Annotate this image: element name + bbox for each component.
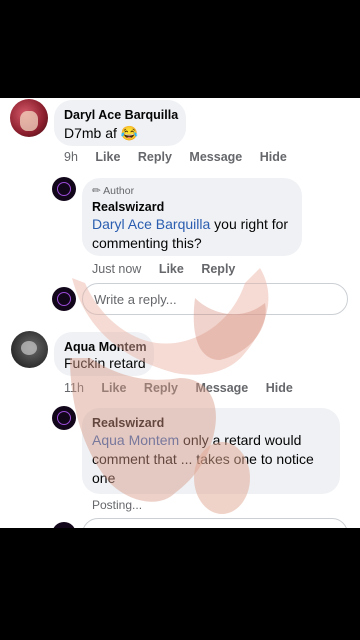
comment-text: D7mb af 😂 — [64, 124, 138, 143]
reply-text: Daryl Ace Barquilla you right for commen… — [92, 215, 302, 253]
comment-text-content: D7mb af — [64, 125, 117, 141]
message-button[interactable]: Message — [195, 381, 248, 395]
avatar-image — [20, 111, 38, 131]
hide-button[interactable]: Hide — [260, 150, 287, 164]
pencil-icon: ✏ — [92, 185, 101, 197]
reply-author[interactable]: Realswizard — [92, 416, 164, 430]
reply-input[interactable]: Write a reply... — [82, 283, 348, 315]
avatar[interactable] — [11, 331, 48, 368]
reply-button[interactable]: Reply — [138, 150, 172, 164]
reply-time: Just now — [92, 262, 142, 276]
comments-page: Daryl Ace Barquilla D7mb af 😂 9h Like Re… — [0, 98, 360, 528]
reply-input-placeholder: Write a reply... — [94, 292, 177, 307]
like-button[interactable]: Like — [159, 262, 184, 276]
comment-author[interactable]: Aqua Montem — [64, 340, 147, 354]
like-button[interactable]: Like — [95, 150, 120, 164]
avatar — [52, 287, 76, 311]
avatar-logo-icon — [57, 292, 71, 306]
comment-time: 9h — [64, 150, 78, 164]
reply-button[interactable]: Reply — [144, 381, 178, 395]
mention-link[interactable]: Daryl Ace Barquilla — [92, 216, 210, 232]
avatar — [52, 522, 76, 528]
reply-input[interactable] — [82, 518, 348, 528]
author-badge: ✏ Author — [92, 185, 134, 197]
comment-bubble: Aqua Montem Fuckin retard — [54, 332, 154, 376]
like-button[interactable]: Like — [101, 381, 126, 395]
comment-actions: 9h Like Reply Message Hide — [64, 150, 301, 164]
reply-actions: Just now Like Reply — [92, 262, 249, 276]
avatar[interactable] — [10, 99, 48, 137]
avatar-image — [21, 341, 37, 355]
comment-time: 11h — [64, 381, 84, 395]
avatar-logo-icon — [57, 182, 71, 196]
posting-status: Posting... — [92, 498, 143, 512]
reply-bubble: ✏ Author Realswizard Daryl Ace Barquilla… — [82, 178, 302, 256]
reply-bubble: Realswizard Aqua Montem only a retard wo… — [82, 408, 340, 494]
mention-link[interactable]: Aqua Montem — [92, 432, 179, 448]
hide-button[interactable]: Hide — [266, 381, 293, 395]
message-button[interactable]: Message — [189, 150, 242, 164]
avatar[interactable] — [52, 406, 76, 430]
comment-author[interactable]: Daryl Ace Barquilla — [64, 108, 178, 122]
avatar-logo-icon — [57, 411, 71, 425]
laughing-emoji-icon: 😂 — [120, 125, 139, 141]
reply-button[interactable]: Reply — [201, 262, 235, 276]
reply-author[interactable]: Realswizard — [92, 200, 164, 214]
comment-text: Fuckin retard — [64, 355, 146, 371]
comment-bubble: Daryl Ace Barquilla D7mb af 😂 — [54, 100, 186, 146]
author-badge-label: Author — [103, 185, 135, 197]
avatar[interactable] — [52, 177, 76, 201]
comment-actions: 11h Like Reply Message Hide — [64, 381, 307, 395]
reply-text: Aqua Montem only a retard would comment … — [92, 431, 324, 488]
